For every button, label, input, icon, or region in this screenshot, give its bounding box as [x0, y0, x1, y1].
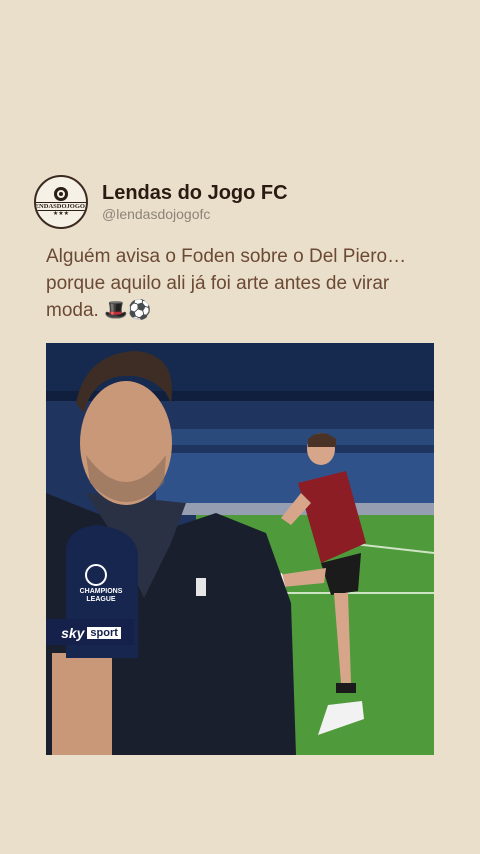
- video-scene: [46, 343, 434, 755]
- mic-league-label: CHAMPIONS LEAGUE: [79, 588, 123, 603]
- account-names: Lendas do Jogo FC @lendasdojogofc: [102, 181, 288, 223]
- lower-seats: [156, 453, 434, 503]
- mic-brand-sport: sport: [87, 627, 121, 639]
- social-post: LENDASDOJOGO.fc ★★★ Lendas do Jogo FC @l…: [0, 0, 480, 854]
- seat-row: [156, 429, 434, 445]
- soccer-ball-icon: [54, 186, 68, 201]
- avatar[interactable]: LENDASDOJOGO.fc ★★★: [34, 175, 88, 229]
- account-name[interactable]: Lendas do Jogo FC: [102, 181, 288, 205]
- video-frame[interactable]: CHAMPIONS LEAGUE sky sport: [46, 343, 434, 755]
- stars-icon: ★★★: [52, 210, 70, 217]
- mic-brand-badge: sky sport: [48, 623, 134, 643]
- avatar-logo-text: LENDASDOJOGO.fc: [36, 201, 86, 211]
- mic-brand-sky: sky: [61, 625, 85, 641]
- account-handle[interactable]: @lendasdojogofc: [102, 205, 288, 223]
- post-header: LENDASDOJOGO.fc ★★★ Lendas do Jogo FC @l…: [34, 175, 288, 229]
- post-text: Alguém avisa o Foden sobre o Del Piero… …: [46, 246, 407, 321]
